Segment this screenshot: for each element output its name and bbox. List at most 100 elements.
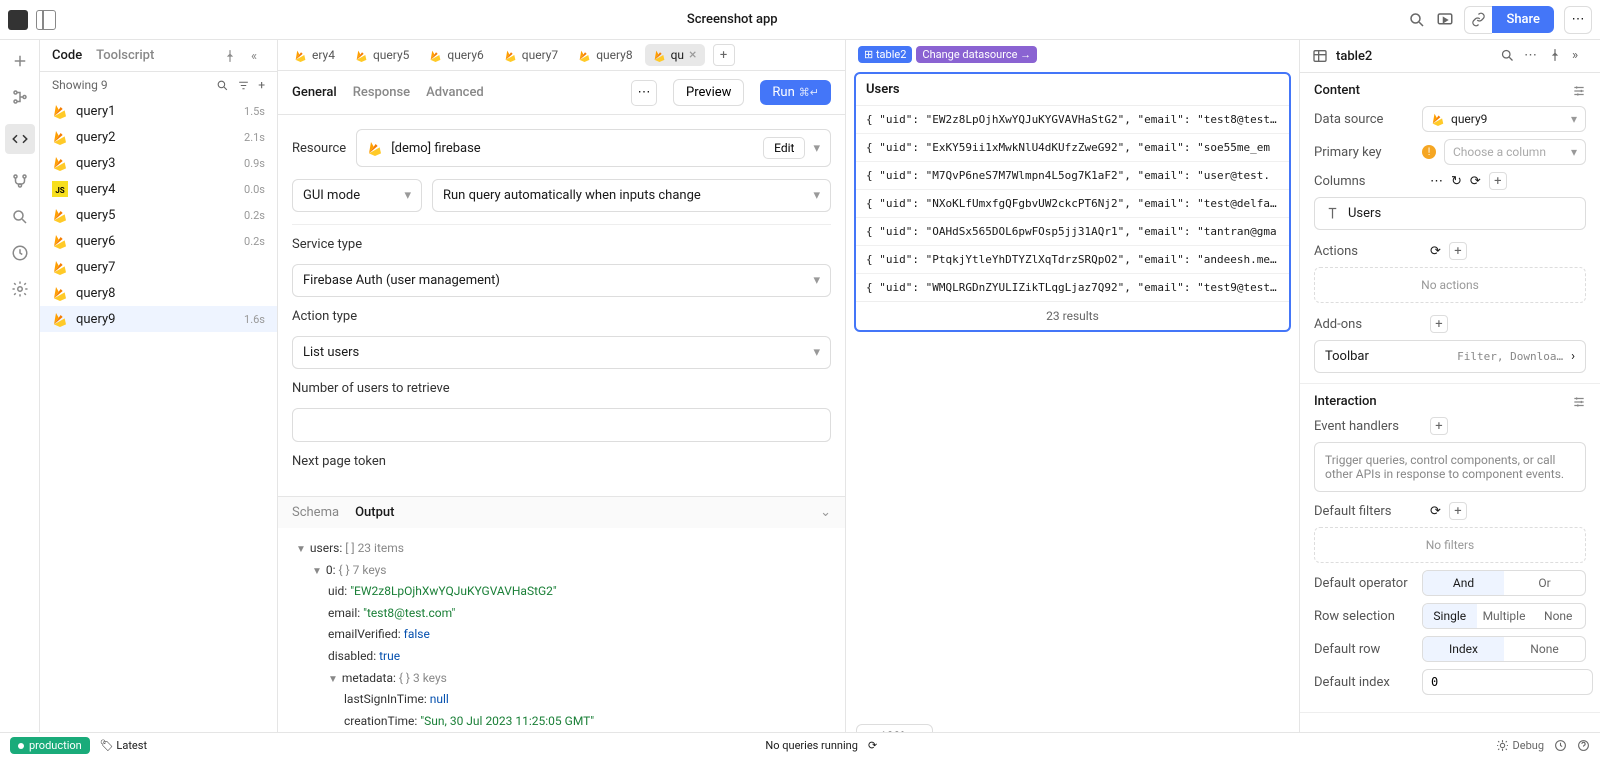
collapse-icon[interactable]: « — [251, 49, 265, 63]
history-icon[interactable] — [11, 244, 29, 262]
settings-icon[interactable] — [11, 280, 29, 298]
action-type-select[interactable]: List users▾ — [292, 336, 831, 369]
tab-schema[interactable]: Schema — [292, 505, 339, 520]
query-item-query6[interactable]: query60.2s — [40, 228, 277, 254]
search-icon[interactable] — [1408, 11, 1426, 29]
query-tab[interactable]: query5 — [347, 44, 417, 66]
expand-icon[interactable]: » — [1572, 48, 1588, 64]
query-tab[interactable]: query7 — [496, 44, 566, 66]
datasource-badge[interactable]: Change datasource → — [916, 46, 1037, 63]
tab-response[interactable]: Response — [353, 85, 410, 100]
table-component[interactable]: Users { "uid": "EW2z8LpOjhXwYQJuKYGVAVHa… — [854, 72, 1291, 332]
table-row[interactable]: { "uid": "PtqkjYtleYhDTYZlXqTdrzSRQpO2",… — [856, 246, 1289, 274]
tab-advanced[interactable]: Advanced — [426, 85, 484, 100]
resource-select[interactable]: [demo] firebase Edit ▾ — [356, 129, 831, 167]
table-row[interactable]: { "uid": "OAHdSx565DOL6pwFOsp5jj31AQr1",… — [856, 218, 1289, 246]
tree-icon[interactable] — [11, 88, 29, 106]
env-badge[interactable]: production — [10, 737, 90, 754]
run-button[interactable]: Run⌘↵ — [760, 80, 831, 105]
refresh-icon[interactable]: ⟳ — [868, 739, 877, 752]
history-icon[interactable] — [1554, 739, 1567, 752]
query-item-query7[interactable]: query7 — [40, 254, 277, 280]
num-users-input[interactable] — [292, 408, 831, 442]
chevron-down-icon: ▾ — [813, 141, 820, 156]
debug-button[interactable]: Debug — [1496, 739, 1544, 752]
query-item-query4[interactable]: query40.0s — [40, 176, 277, 202]
branch-icon[interactable] — [11, 172, 29, 190]
query-item-query2[interactable]: query22.1s — [40, 124, 277, 150]
default-row-segment[interactable]: IndexNone — [1422, 636, 1586, 662]
search-queries-icon[interactable] — [216, 79, 229, 92]
filter-icon[interactable] — [237, 79, 250, 92]
search-rail-icon[interactable] — [11, 208, 29, 226]
preview-button[interactable]: Preview — [673, 79, 744, 106]
add-handler-button[interactable]: + — [1430, 417, 1448, 435]
add-filter-button[interactable]: + — [1449, 502, 1467, 520]
query-item-query9[interactable]: query91.6s — [40, 306, 277, 332]
query-more-button[interactable]: ⋯ — [631, 80, 657, 106]
query-item-query8[interactable]: query8 — [40, 280, 277, 306]
settings-icon[interactable] — [1572, 84, 1586, 98]
showing-label: Showing 9 — [52, 78, 108, 92]
link-icon[interactable] — [1464, 6, 1492, 34]
table-row[interactable]: { "uid": "WMQLRGDnZYULIZikTLqgLjaz7Q92",… — [856, 274, 1289, 301]
refresh-icon[interactable]: ⟳ — [1430, 504, 1441, 519]
event-hint: Trigger queries, control components, or … — [1314, 442, 1586, 492]
add-addon-button[interactable]: + — [1430, 315, 1448, 333]
query-item-query1[interactable]: query11.5s — [40, 98, 277, 124]
pin-icon[interactable] — [223, 49, 237, 63]
table-badge[interactable]: ⊞ table2 — [858, 46, 912, 63]
query-item-query5[interactable]: query50.2s — [40, 202, 277, 228]
add-column-button[interactable]: + — [1489, 172, 1507, 190]
add-tab-button[interactable]: + — [713, 44, 735, 66]
settings-icon[interactable] — [1572, 395, 1586, 409]
search-icon[interactable] — [1500, 48, 1516, 64]
reload-icon[interactable]: ⟳ — [1470, 174, 1481, 189]
edit-resource-button[interactable]: Edit — [763, 137, 805, 159]
row-selection-segment[interactable]: SingleMultipleNone — [1422, 603, 1586, 629]
more-icon[interactable]: ⋯ — [1430, 174, 1443, 189]
table-row[interactable]: { "uid": "M7QvP6neS7M7Wlmpn4L5og7K1aF2",… — [856, 162, 1289, 190]
code-icon[interactable] — [5, 124, 35, 154]
table-row[interactable]: { "uid": "ExKY59ii1xMwkNlU4dKUfzZweG92",… — [856, 134, 1289, 162]
default-index-input[interactable] — [1422, 669, 1593, 695]
column-item[interactable]: Users — [1314, 197, 1586, 230]
toolbar-addon[interactable]: Toolbar Filter, Downloa… › — [1314, 340, 1586, 373]
add-icon[interactable] — [11, 52, 29, 70]
add-action-button[interactable]: + — [1449, 242, 1467, 260]
close-icon[interactable]: × — [689, 48, 696, 62]
query-tab[interactable]: ery4 — [286, 44, 343, 66]
add-query-icon[interactable]: + — [258, 78, 265, 92]
inspector-title[interactable]: table2 — [1336, 49, 1492, 64]
share-button[interactable]: Share — [1492, 6, 1554, 33]
query-item-query3[interactable]: query30.9s — [40, 150, 277, 176]
refresh-icon[interactable]: ↻ — [1451, 174, 1462, 189]
table-row[interactable]: { "uid": "EW2z8LpOjhXwYQJuKYGVAVHaStG2",… — [856, 106, 1289, 134]
primary-key-select[interactable]: Choose a column▾ — [1444, 139, 1586, 165]
more-menu-button[interactable]: ⋯ — [1564, 6, 1592, 34]
app-logo[interactable] — [8, 10, 28, 30]
pin-icon[interactable] — [1548, 48, 1564, 64]
more-icon[interactable]: ⋯ — [1524, 48, 1540, 64]
panel-toggle-icon[interactable] — [36, 10, 56, 30]
service-type-select[interactable]: Firebase Auth (user management)▾ — [292, 264, 831, 297]
present-icon[interactable] — [1436, 11, 1454, 29]
gui-mode-select[interactable]: GUI mode▾ — [292, 179, 422, 212]
tab-code[interactable]: Code — [52, 48, 82, 63]
tab-toolscript[interactable]: Toolscript — [96, 48, 154, 63]
query-tab[interactable]: query6 — [421, 44, 491, 66]
data-source-select[interactable]: query9▾ — [1422, 106, 1586, 132]
tab-output[interactable]: Output — [355, 505, 394, 520]
query-tab[interactable]: query8 — [570, 44, 640, 66]
canvas: ⊞ table2 Change datasource → Users { "ui… — [846, 40, 1300, 758]
chevron-down-icon[interactable]: ⌄ — [820, 505, 831, 520]
query-tab[interactable]: qu× — [645, 44, 705, 66]
operator-segment[interactable]: AndOr — [1422, 570, 1586, 596]
table-row[interactable]: { "uid": "NXoKLfUmxfgQFgbvUW2ckcPT6Nj2",… — [856, 190, 1289, 218]
service-type-label: Service type — [292, 237, 831, 252]
refresh-icon[interactable]: ⟳ — [1430, 244, 1441, 259]
version-label[interactable]: 🏷 Latest — [100, 739, 147, 752]
tab-general[interactable]: General — [292, 85, 337, 100]
run-trigger-select[interactable]: Run query automatically when inputs chan… — [432, 179, 831, 212]
help-icon[interactable] — [1577, 739, 1590, 752]
